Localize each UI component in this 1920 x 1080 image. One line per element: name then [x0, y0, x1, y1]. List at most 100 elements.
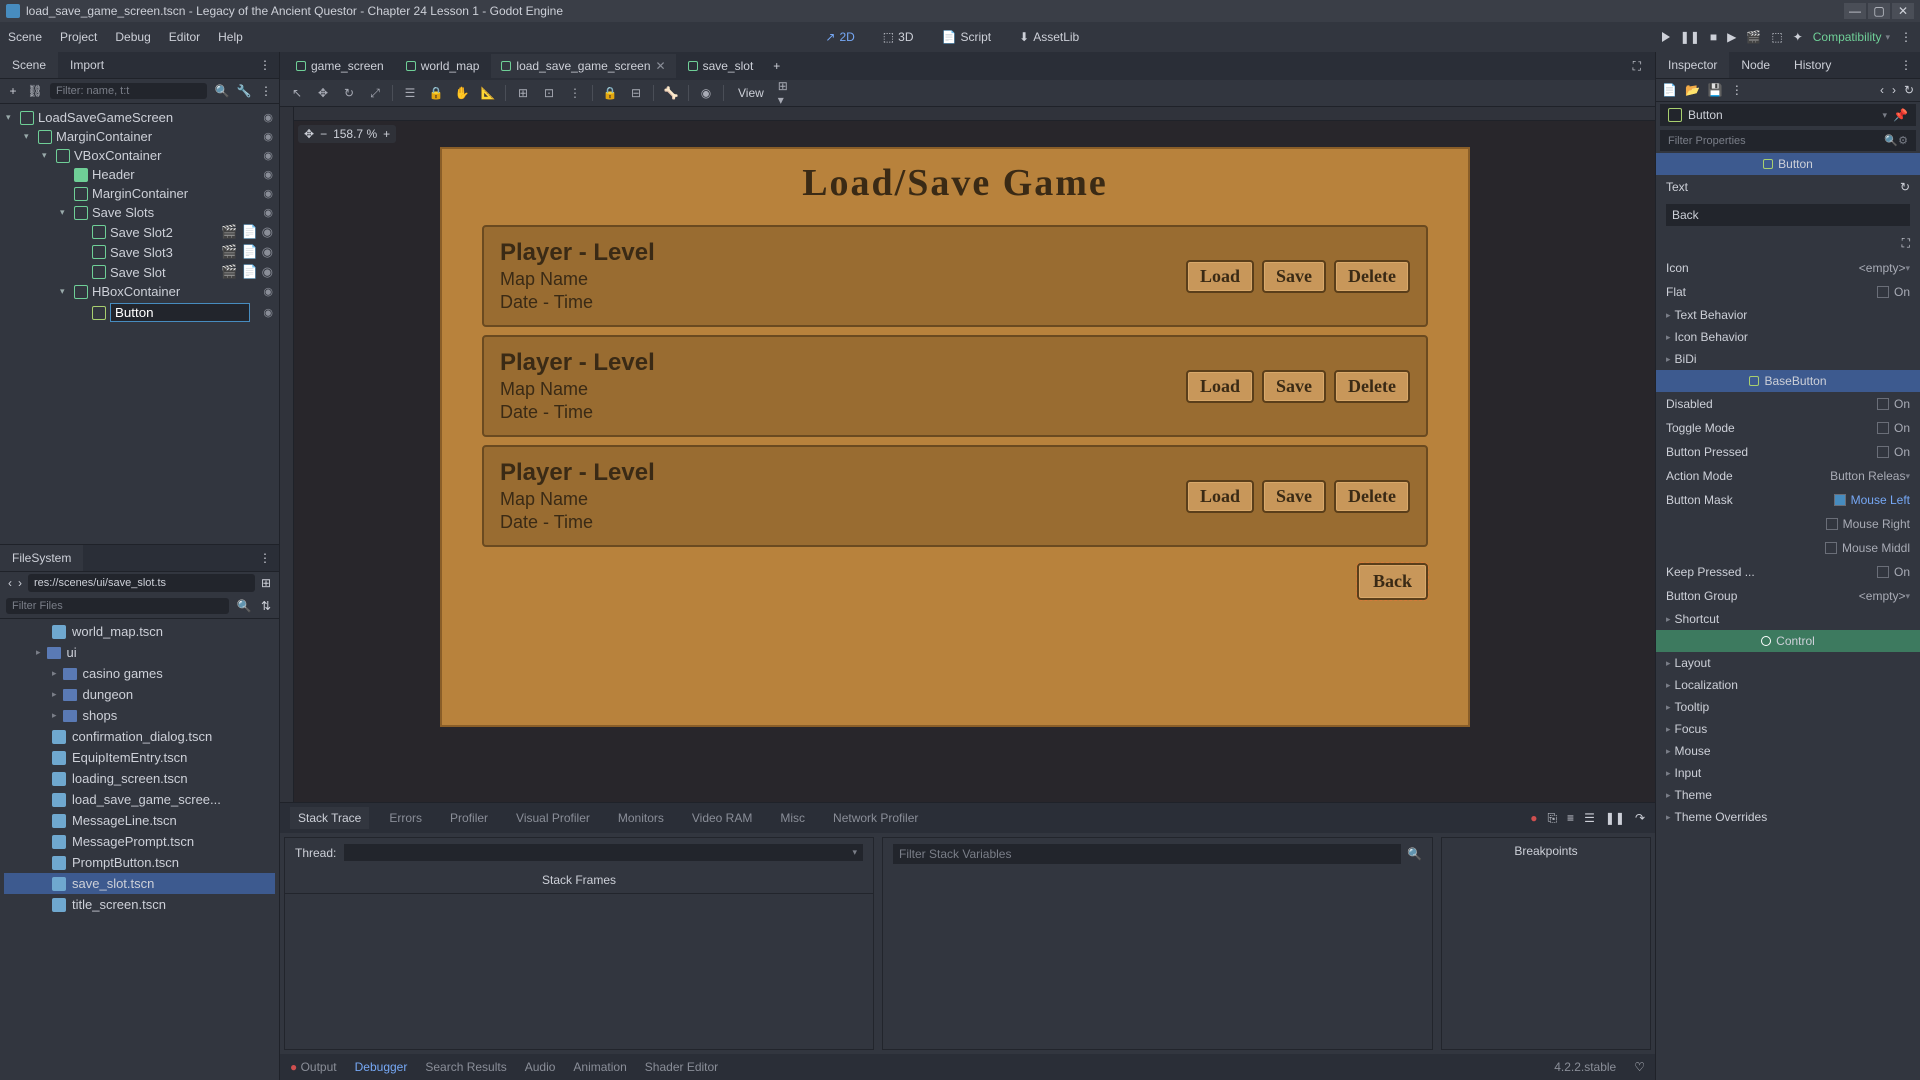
delete-button[interactable]: Delete	[1334, 370, 1410, 403]
visibility-icon[interactable]: ◉	[262, 224, 273, 240]
viewport-2d[interactable]: ✥ − 158.7 % + Load/Save Game Player - Le…	[280, 107, 1655, 802]
visibility-icon[interactable]: ◉	[263, 111, 273, 124]
group-theme-overrides[interactable]: ▸Theme Overrides	[1656, 806, 1920, 828]
more-icon[interactable]: ⋮	[1731, 83, 1743, 97]
mode-3d[interactable]: ⬚ 3D	[875, 26, 922, 48]
flat-checkbox[interactable]	[1877, 286, 1889, 298]
search-icon[interactable]: 🔍	[215, 84, 229, 98]
tree-node[interactable]: ▾MarginContainer◉	[2, 127, 277, 146]
fs-item[interactable]: load_save_game_scree...	[4, 789, 275, 810]
close-button[interactable]: ✕	[1892, 3, 1914, 19]
group-input[interactable]: ▸Input	[1656, 762, 1920, 784]
visibility-icon[interactable]: ◉	[263, 285, 273, 298]
copy-icon[interactable]: ⎘	[1547, 811, 1557, 826]
bone-icon[interactable]: 🦴	[662, 84, 680, 102]
fs-tree[interactable]: world_map.tscn▸ui▸casino games▸dungeon▸s…	[0, 619, 279, 1080]
keep-pressed-checkbox[interactable]	[1877, 566, 1889, 578]
lock2-icon[interactable]: 🔒	[601, 84, 619, 102]
stop-icon[interactable]: ■	[1710, 30, 1717, 44]
wrench-icon[interactable]: 🔧	[237, 84, 251, 98]
menu-project[interactable]: Project	[60, 30, 97, 44]
sort-icon[interactable]: ⇅	[259, 599, 273, 613]
delete-button[interactable]: Delete	[1334, 480, 1410, 513]
section-basebutton[interactable]: BaseButton	[1656, 370, 1920, 392]
visibility-icon[interactable]: ◉	[263, 149, 273, 162]
search-icon[interactable]: 🔍	[1407, 847, 1422, 861]
tree-node[interactable]: ▾LoadSaveGameScreen◉	[2, 108, 277, 127]
ruler-icon[interactable]: 📐	[479, 84, 497, 102]
status-shader[interactable]: Shader Editor	[645, 1060, 718, 1074]
script-icon[interactable]: 📄	[241, 244, 257, 260]
load-button[interactable]: Load	[1186, 260, 1254, 293]
back-button[interactable]: Back	[1357, 563, 1428, 600]
group-layout[interactable]: ▸Layout	[1656, 652, 1920, 674]
mode-script[interactable]: 📄 Script	[933, 26, 999, 48]
group-text-behavior[interactable]: ▸Text Behavior	[1656, 304, 1920, 326]
thread-dropdown[interactable]: ▾	[344, 844, 863, 861]
maximize-button[interactable]: ▢	[1868, 3, 1890, 19]
zoom-out-icon[interactable]: −	[320, 127, 327, 141]
visibility-icon[interactable]: ◉	[263, 187, 273, 200]
visibility-icon[interactable]: ◉	[262, 264, 273, 280]
status-debugger[interactable]: Debugger	[355, 1060, 408, 1074]
group-shortcut[interactable]: ▸Shortcut	[1656, 608, 1920, 630]
visibility-icon[interactable]: ◉	[263, 130, 273, 143]
more-icon[interactable]: ⋮	[566, 84, 584, 102]
pin-icon[interactable]: 📌	[1893, 108, 1908, 122]
movie-icon[interactable]: 🎬	[1746, 30, 1761, 44]
tab-network-profiler[interactable]: Network Profiler	[825, 807, 926, 829]
settings-icon[interactable]: ⚙	[1898, 134, 1908, 147]
status-animation[interactable]: Animation	[573, 1060, 626, 1074]
section-button[interactable]: Button	[1656, 153, 1920, 175]
fs-item[interactable]: EquipItemEntry.tscn	[4, 747, 275, 768]
load-button[interactable]: Load	[1186, 370, 1254, 403]
disabled-checkbox[interactable]	[1877, 398, 1889, 410]
script-icon[interactable]: 📄	[241, 264, 257, 280]
status-audio[interactable]: Audio	[525, 1060, 556, 1074]
save-button[interactable]: Save	[1262, 480, 1326, 513]
fs-item[interactable]: MessageLine.tscn	[4, 810, 275, 831]
tree-node[interactable]: Save Slot2🎬📄◉	[2, 222, 277, 242]
node-rename-input[interactable]	[110, 303, 250, 322]
history-icon[interactable]: ↻	[1904, 83, 1914, 97]
fs-item[interactable]: ▸casino games	[4, 663, 275, 684]
rotate-icon[interactable]: ↻	[340, 84, 358, 102]
menu-help[interactable]: Help	[218, 30, 243, 44]
pan-icon[interactable]: ✋	[453, 84, 471, 102]
scene-icon[interactable]: 🎬	[221, 264, 237, 280]
play-icon[interactable]	[1662, 32, 1670, 42]
grid-icon[interactable]: ⊡	[540, 84, 558, 102]
search-icon[interactable]: 🔍	[1884, 134, 1898, 147]
tab-monitors[interactable]: Monitors	[610, 807, 672, 829]
toggle-checkbox[interactable]	[1877, 422, 1889, 434]
step-icon[interactable]: ↷	[1635, 811, 1645, 825]
group-bidi[interactable]: ▸BiDi	[1656, 348, 1920, 370]
new-icon[interactable]: 📄	[1662, 83, 1677, 97]
fs-item[interactable]: loading_screen.tscn	[4, 768, 275, 789]
group-focus[interactable]: ▸Focus	[1656, 718, 1920, 740]
remote-icon[interactable]: ⬚	[1771, 30, 1782, 44]
select-icon[interactable]: ↖	[288, 84, 306, 102]
collapse-icon[interactable]: ≡	[1567, 811, 1574, 825]
more-icon[interactable]: ⋮	[259, 84, 273, 98]
tree-node[interactable]: ▾VBoxContainer◉	[2, 146, 277, 165]
doc-tab[interactable]: load_save_game_screen✕	[491, 54, 675, 78]
mouse-left-checkbox[interactable]	[1834, 494, 1846, 506]
tab-misc[interactable]: Misc	[772, 807, 813, 829]
fs-item[interactable]: ▸dungeon	[4, 684, 275, 705]
inspector-filter[interactable]: Filter Properties 🔍 ⚙	[1660, 130, 1916, 151]
play-scene-icon[interactable]: ▶	[1727, 30, 1736, 44]
move-icon[interactable]: ✥	[314, 84, 332, 102]
tab-import[interactable]: Import	[58, 52, 116, 78]
expand-icon[interactable]: ⛶	[1625, 59, 1649, 74]
fs-item[interactable]: MessagePrompt.tscn	[4, 831, 275, 852]
tree-node[interactable]: ▾Save Slots◉	[2, 203, 277, 222]
tab-filesystem[interactable]: FileSystem	[0, 545, 83, 571]
visibility-icon[interactable]: ◉	[263, 306, 273, 319]
tab-video-ram[interactable]: Video RAM	[684, 807, 760, 829]
visibility-icon[interactable]: ◉	[263, 206, 273, 219]
list-icon[interactable]: ☰	[1584, 811, 1595, 825]
mode-assetlib[interactable]: ⬇ AssetLib	[1011, 26, 1087, 48]
panel-menu-icon[interactable]: ⋮	[251, 545, 279, 571]
expand-icon[interactable]: ⛶	[1902, 236, 1910, 251]
